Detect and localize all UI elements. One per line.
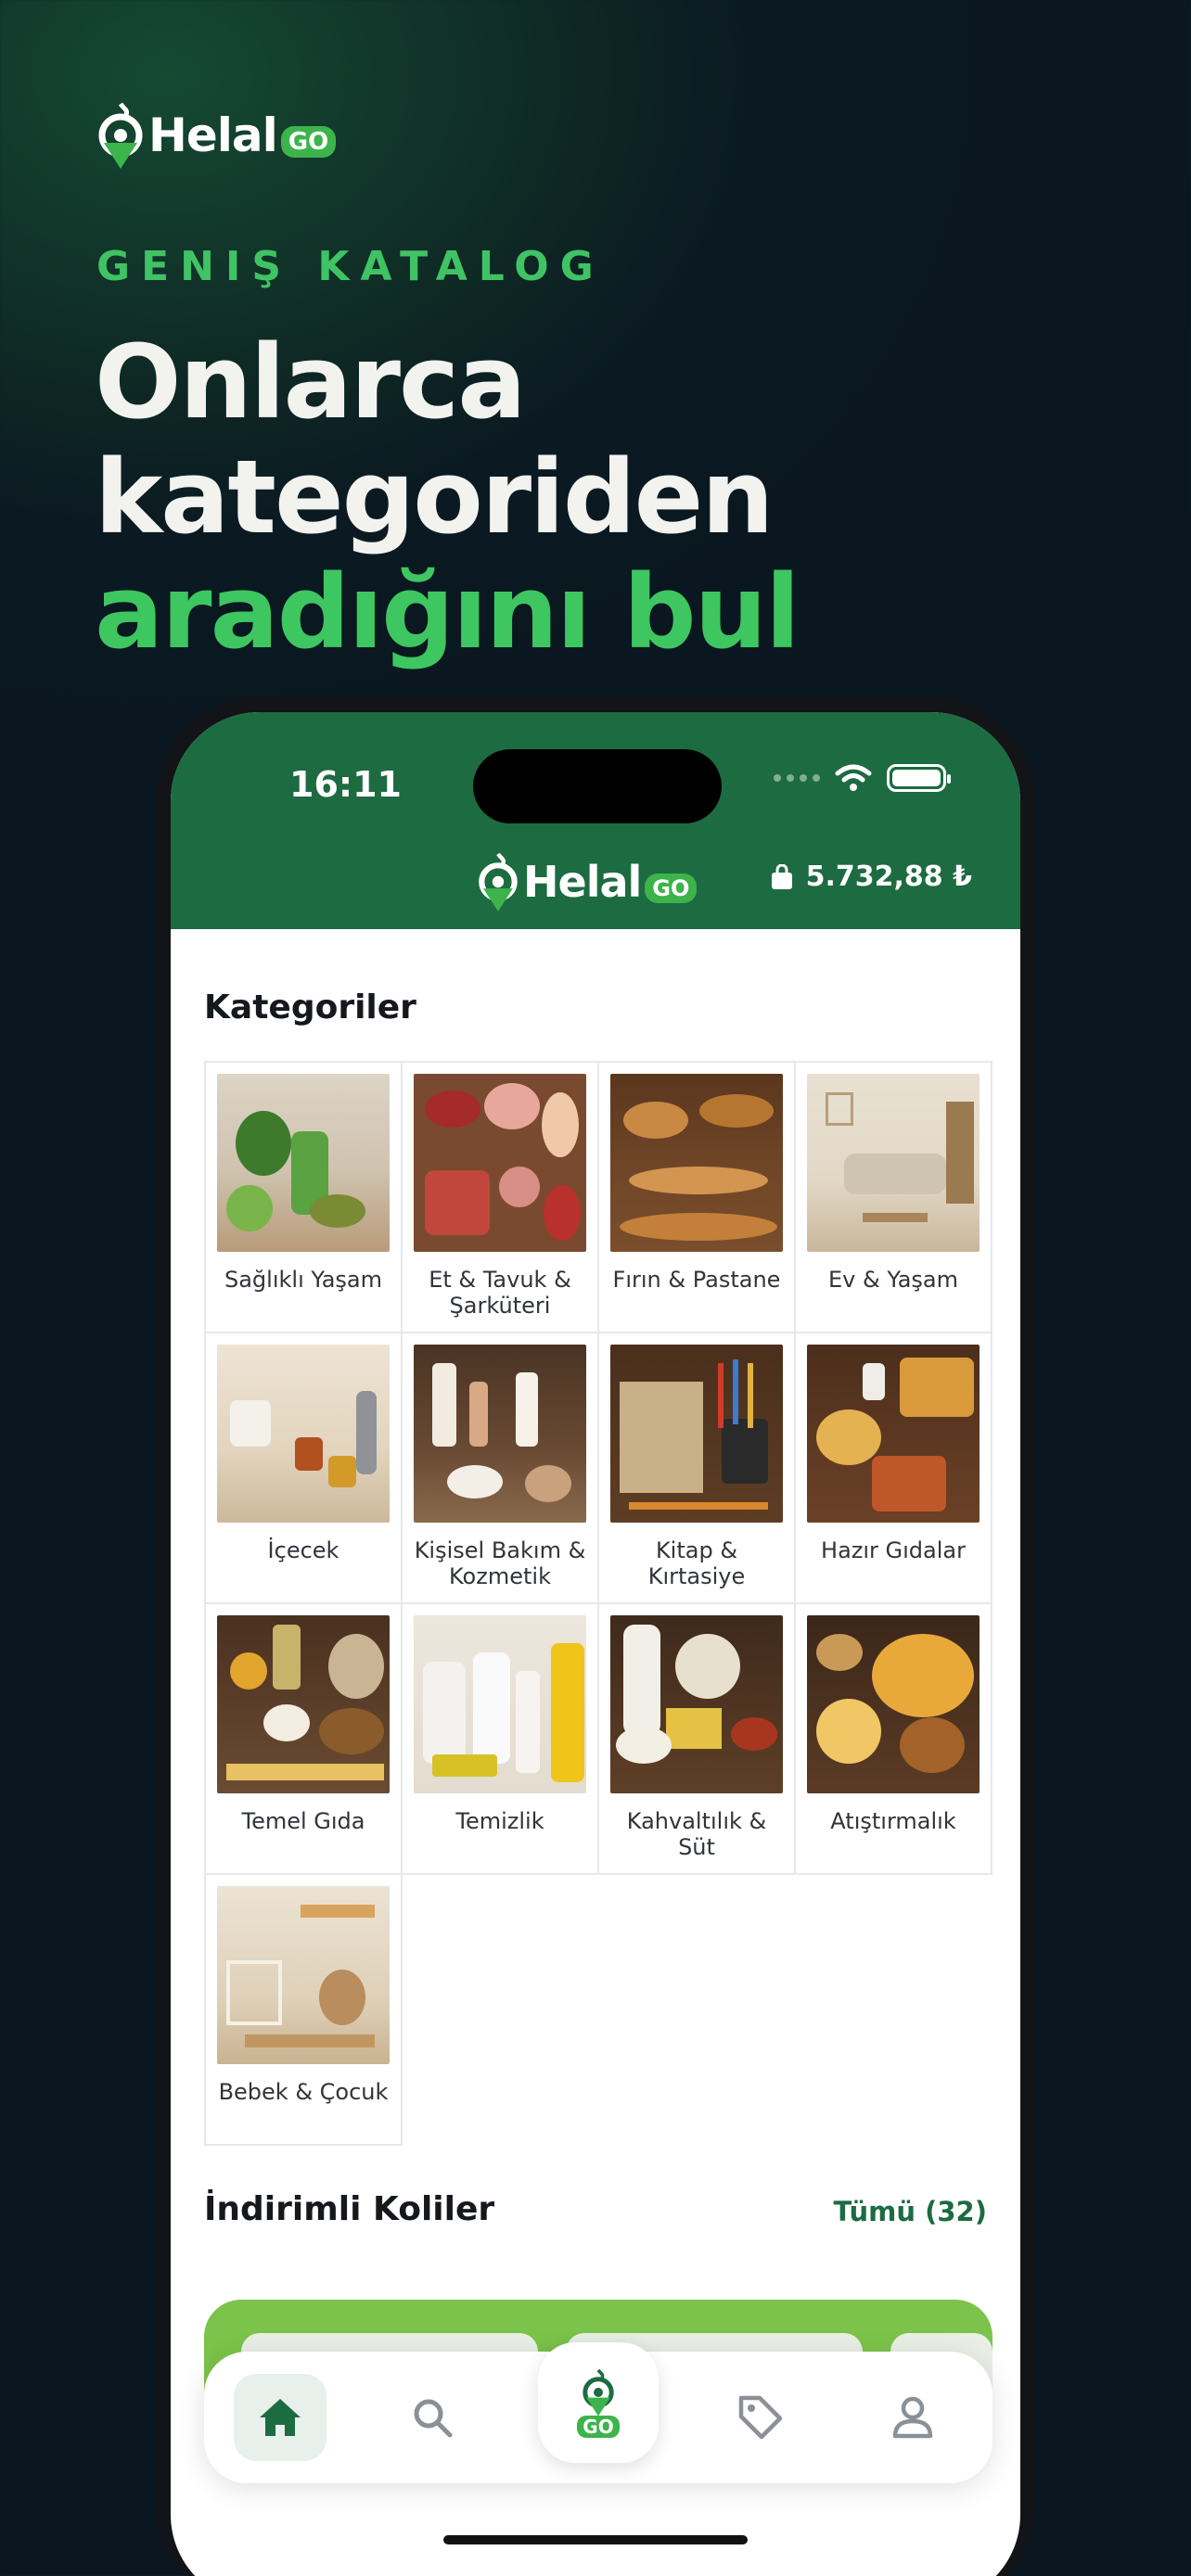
category-grid: Sağlıklı Yaşam Et & Tavuk & Şarküteri Fı… <box>204 1061 992 2146</box>
headline-line-3: aradığını bul <box>95 553 800 671</box>
app-header: 16:11 Helal GO 5.732,88 ₺ <box>171 712 1020 929</box>
meat-photo <box>414 1074 586 1252</box>
cosmetics-photo <box>414 1345 586 1523</box>
go-badge: GO <box>577 2416 620 2438</box>
home-indicator <box>443 2535 748 2544</box>
discount-title: İndirimli Koliler <box>204 2190 495 2228</box>
staple-food-photo <box>217 1615 390 1793</box>
search-icon <box>414 2399 453 2438</box>
location-pin-logo-icon <box>479 852 518 912</box>
category-label: Kahvaltılık & Süt <box>626 1808 767 1860</box>
category-staples[interactable]: Temel Gıda <box>204 1602 403 1875</box>
category-baby-kids[interactable]: Bebek & Çocuk <box>204 1873 403 2146</box>
category-label: Kişisel Bakım & Kozmetik <box>414 1537 586 1589</box>
tag-icon <box>738 2395 783 2440</box>
signal-icon <box>774 774 820 782</box>
tab-deals[interactable] <box>714 2374 807 2461</box>
bakery-photo <box>610 1074 783 1252</box>
see-all-link[interactable]: Tümü (32) <box>834 2196 988 2227</box>
category-label: Ev & Yaşam <box>828 1267 958 1293</box>
header-logo: Helal GO <box>477 849 698 914</box>
battery-icon <box>887 764 951 792</box>
eyebrow: GENIŞ KATALOG <box>96 243 605 290</box>
tab-search[interactable] <box>386 2374 479 2461</box>
category-label: Bebek & Çocuk <box>218 2079 389 2105</box>
headline-line-2: kategoriden <box>95 438 774 556</box>
shopping-bag-icon <box>771 863 792 889</box>
category-cleaning[interactable]: Temizlik <box>401 1602 599 1875</box>
stationery-photo <box>610 1345 783 1523</box>
category-ready-food[interactable]: Hazır Gıdalar <box>794 1332 992 1604</box>
phone-frame: 16:11 Helal GO 5.732,88 ₺ Kategoriler Sa… <box>156 697 1035 2576</box>
categories-title: Kategoriler <box>204 988 416 1027</box>
wifi-icon <box>835 764 872 791</box>
wallet-balance[interactable]: 5.732,88 ₺ <box>771 861 972 893</box>
category-breakfast-dairy[interactable]: Kahvaltılık & Süt <box>597 1602 796 1875</box>
headline-line-1: Onlarca <box>95 323 526 441</box>
category-label: Fırın & Pastane <box>612 1267 781 1293</box>
category-healthy-living[interactable]: Sağlıklı Yaşam <box>204 1061 403 1333</box>
home-icon <box>260 2399 301 2436</box>
location-pin-logo-icon <box>98 102 143 169</box>
dairy-photo <box>610 1615 783 1793</box>
category-label: Atıştırmalık <box>830 1808 956 1834</box>
category-bakery[interactable]: Fırın & Pastane <box>597 1061 796 1333</box>
category-label: Hazır Gıdalar <box>821 1537 966 1563</box>
category-personal-care[interactable]: Kişisel Bakım & Kozmetik <box>401 1332 599 1604</box>
status-time: 16:11 <box>289 764 402 805</box>
balance-amount: 5.732,88 ₺ <box>805 861 972 893</box>
tab-profile[interactable] <box>866 2374 959 2461</box>
living-room-photo <box>807 1074 980 1252</box>
status-icons <box>774 764 951 792</box>
bottom-tab-bar: GO <box>204 2342 992 2483</box>
baby-room-photo <box>217 1886 390 2064</box>
user-icon <box>892 2396 933 2439</box>
category-books-stationery[interactable]: Kitap & Kırtasiye <box>597 1332 796 1604</box>
category-label: Et & Tavuk & Şarküteri <box>429 1267 571 1319</box>
tab-home[interactable] <box>234 2374 327 2461</box>
brand-word: Helal <box>148 108 278 162</box>
header-brand-go: GO <box>645 874 698 903</box>
helalgo-logo-icon <box>583 2368 614 2417</box>
category-label: Temizlik <box>455 1808 544 1834</box>
category-label: Temel Gıda <box>241 1808 365 1834</box>
snacks-photo <box>807 1615 980 1793</box>
dynamic-island <box>473 749 722 823</box>
category-label: İçecek <box>267 1537 339 1563</box>
category-label: Sağlıklı Yaşam <box>224 1267 383 1293</box>
phone-screen: 16:11 Helal GO 5.732,88 ₺ Kategoriler Sa… <box>171 712 1020 2576</box>
cleaning-photo <box>414 1615 586 1793</box>
brand-logo: Helal GO <box>96 100 337 171</box>
category-home-living[interactable]: Ev & Yaşam <box>794 1061 992 1333</box>
tab-helalgo[interactable]: GO <box>538 2342 659 2463</box>
drinks-photo <box>217 1345 390 1523</box>
category-snacks[interactable]: Atıştırmalık <box>794 1602 992 1875</box>
category-meat-deli[interactable]: Et & Tavuk & Şarküteri <box>401 1061 599 1333</box>
header-brand-word: Helal <box>523 857 642 907</box>
category-beverages[interactable]: İçecek <box>204 1332 403 1604</box>
headline: Onlarca kategoriden aradığını bul <box>95 323 800 671</box>
category-label: Kitap & Kırtasiye <box>647 1537 746 1589</box>
healthy-food-photo <box>217 1074 390 1252</box>
ready-food-photo <box>807 1345 980 1523</box>
brand-go-badge: GO <box>280 126 337 158</box>
